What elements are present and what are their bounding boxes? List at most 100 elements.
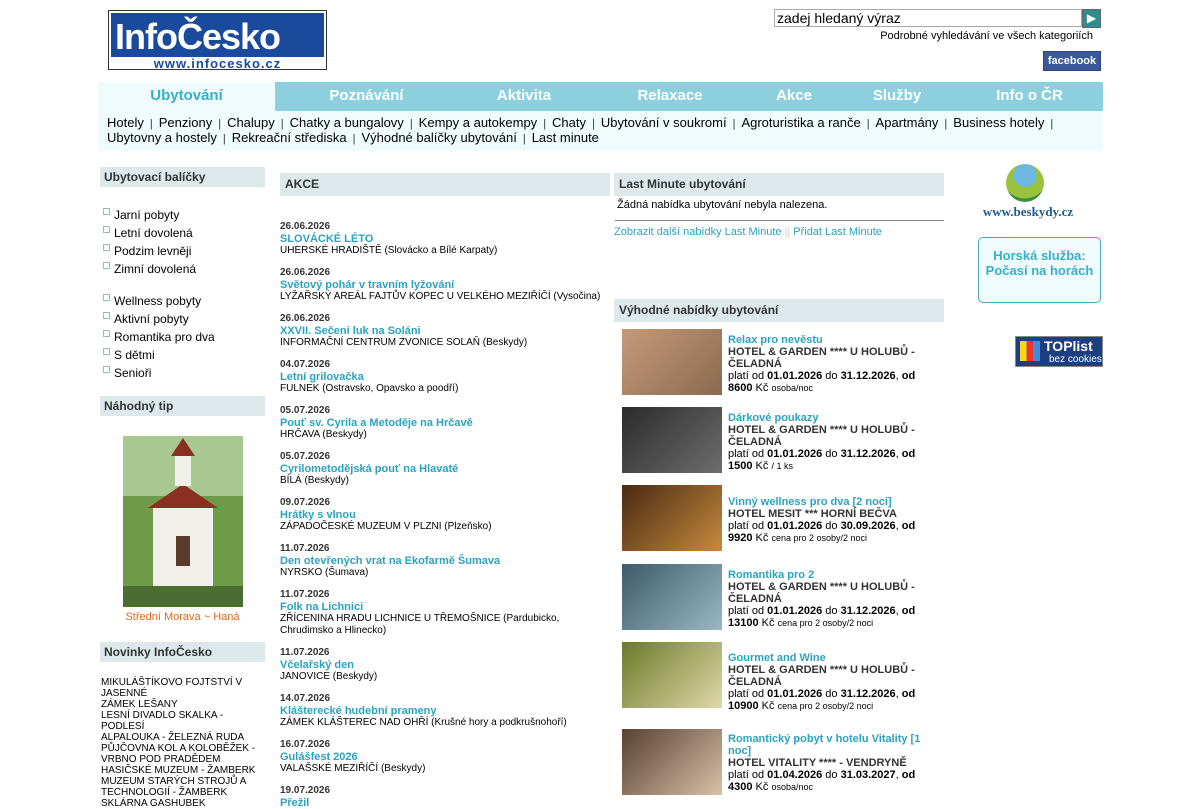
subnav-link[interactable]: Kempy a autokempy (419, 115, 538, 130)
more-lastminute-link[interactable]: Zobrazit další nabídky Last Minute (614, 226, 782, 238)
package-link[interactable]: Letní dovolená (103, 226, 193, 240)
add-lastminute-link[interactable]: Přidat Last Minute (793, 226, 882, 238)
bullet-icon (103, 366, 110, 373)
nav-aktivita[interactable]: Aktivita (458, 82, 590, 111)
offer-photo[interactable] (622, 329, 722, 395)
subnav-link[interactable]: Agroturistika a ranče (741, 115, 860, 130)
nav-info-o-cr[interactable]: Info o ČR (956, 82, 1103, 111)
offer-price: 4300 (728, 781, 753, 793)
event-title-link[interactable]: Světový pohár v travním lyžování (280, 279, 605, 291)
arrow-right-icon: ▶ (1086, 11, 1097, 25)
site-logo[interactable]: InfoČesko www.infocesko.cz (108, 10, 327, 71)
event-place: NYRSKO (Šumava) (280, 567, 369, 578)
event-title-link[interactable]: Den otevřených vrat na Ekofarmě Šumava (280, 555, 605, 567)
separator: | (944, 118, 948, 130)
subnav-link[interactable]: Last minute (532, 130, 599, 145)
subnav-link[interactable]: Chaty (552, 115, 586, 130)
event-date: 04.07.2026 (280, 359, 331, 370)
search-submit-button[interactable]: ▶ (1082, 9, 1101, 28)
search-input[interactable]: zadej hledaný výraz (774, 9, 1082, 27)
nav-ubytovani[interactable]: Ubytování (98, 82, 275, 111)
offer-date-from: 01.01.2026 (767, 605, 823, 617)
nav-sluzby[interactable]: Služby (838, 82, 956, 111)
subnav-link[interactable]: Ubytovny a hostely (107, 130, 217, 145)
package-link[interactable]: Jarní pobyty (103, 208, 179, 222)
news-item[interactable]: ALPALOUKA - ŽELEZNÁ RUDA (101, 732, 261, 743)
offer-title-link[interactable]: Gourmet and Wine (728, 652, 928, 664)
event-title-link[interactable]: XXVII. Sečení luk na Soláni (280, 325, 605, 337)
news-item[interactable]: HASIČSKÉ MUZEUM - ŽAMBERK (101, 765, 261, 776)
subnav-link[interactable]: Chatky a bungalovy (290, 115, 404, 130)
subnav-link[interactable]: Apartmány (876, 115, 939, 130)
offer-title-link[interactable]: Relax pro nevěstu (728, 334, 928, 346)
package-link[interactable]: Romantika pro dva (103, 330, 215, 344)
beskydy-banner[interactable]: www.beskydy.cz (978, 160, 1078, 226)
event-date: 16.07.2026 (280, 739, 331, 750)
subnav-link[interactable]: Hotely (107, 115, 144, 130)
sub-nav: Hotely | Penziony | Chalupy | Chatky a bungalo… (98, 111, 1103, 151)
offer-currency: Kč (755, 532, 769, 544)
offer-photo[interactable] (622, 729, 722, 795)
event-item: 11.07.2026 Folk na Lichnici ZŘÍCENINA HRAD… (280, 589, 605, 637)
package-link[interactable]: Wellness pobyty (103, 294, 201, 308)
nav-akce[interactable]: Akce (750, 82, 838, 111)
event-title-link[interactable]: Přežil (280, 797, 605, 809)
subnav-link[interactable]: Výhodné balíčky ubytování (361, 130, 516, 145)
subnav-link[interactable]: Chalupy (227, 115, 275, 130)
event-date: 11.07.2026 (280, 589, 330, 600)
offer-hotel: HOTEL & GARDEN **** U HOLUBŮ - ČELADNÁ (728, 581, 915, 605)
event-title-link[interactable]: SLOVÁCKÉ LÉTO (280, 233, 605, 245)
subnav-link[interactable]: Business hotely (953, 115, 1044, 130)
package-link[interactable]: Zimní dovolená (103, 262, 196, 276)
package-link[interactable]: Aktivní pobyty (103, 312, 189, 326)
news-item[interactable]: ZÁMEK LEŠANY (101, 699, 261, 710)
tip-photo[interactable] (123, 436, 243, 607)
event-title-link[interactable]: Folk na Lichnici (280, 601, 605, 613)
subnav-link[interactable]: Penziony (159, 115, 212, 130)
event-place: ZÁMEK KLÁŠTEREC NAD OHŘÍ (Krušné hory a … (280, 717, 567, 728)
subnav-link[interactable]: Ubytování v soukromí (601, 115, 727, 130)
offer-photo[interactable] (622, 642, 722, 708)
package-link[interactable]: S dětmi (103, 348, 155, 362)
event-title-link[interactable]: Klášterecké hudební prameny (280, 705, 605, 717)
offer-title-link[interactable]: Romantický pobyt v hotelu Vitality [1 no… (728, 733, 928, 757)
event-title-link[interactable]: Včelařský den (280, 659, 605, 671)
lastminute-heading: Last Minute ubytování (614, 173, 944, 196)
event-title-link[interactable]: Cyrilometodějská pouť na Hlavaté (280, 463, 605, 475)
offer-title-link[interactable]: Vinný wellness pro dva [2 noci] (728, 496, 928, 508)
offer-to-label: do (825, 520, 838, 532)
news-item[interactable]: MIKULÁŠTÍKOVO FOJTSTVÍ V JASENNÉ (101, 677, 261, 699)
tip-caption[interactable]: Střední Morava ~ Haná (100, 611, 265, 623)
event-title-link[interactable]: Hrátky s vlnou (280, 509, 605, 521)
package-link[interactable]: Podzim levněji (103, 244, 191, 258)
offer-hotel: HOTEL VITALITY **** - VENDRYNĚ (728, 757, 907, 769)
offer-title-link[interactable]: Dárkové poukazy (728, 412, 928, 424)
offer-photo[interactable] (622, 407, 722, 473)
offer-date-from: 01.01.2026 (767, 370, 823, 382)
nav-label: Ubytování (150, 87, 223, 104)
offer-hotel: HOTEL & GARDEN **** U HOLUBŮ - ČELADNÁ (728, 424, 915, 448)
horska-sluzba-button[interactable]: Horská služba: Počasí na horách (978, 237, 1101, 303)
offer-unit: cena pro 2 osoby/2 noci (777, 618, 874, 628)
facebook-button[interactable]: facebook (1043, 51, 1101, 71)
news-item[interactable]: MUZEUM STARÝCH STROJŮ A TECHNOLOGIÍ - ŽA… (101, 776, 261, 798)
offer-photo[interactable] (622, 564, 722, 630)
nav-poznavani[interactable]: Poznávání (275, 82, 458, 111)
event-title-link[interactable]: Letní grilovačka (280, 371, 605, 383)
event-title-link[interactable]: Gulášfest 2026 (280, 751, 605, 763)
package-label: S dětmi (114, 348, 155, 362)
news-item[interactable]: LESNÍ DIVADLO SKALKA - PODLESÍ (101, 710, 261, 732)
separator: | (1050, 118, 1054, 130)
nav-relaxace[interactable]: Relaxace (590, 82, 750, 111)
subnav-link[interactable]: Rekreační střediska (232, 130, 347, 145)
event-date: 05.07.2026 (280, 451, 331, 462)
event-title-link[interactable]: Pouť sv. Cyrila a Metoděje na Hrčavě (280, 417, 605, 429)
offer-title-link[interactable]: Romantika pro 2 (728, 569, 928, 581)
advanced-search-link[interactable]: Podrobné vyhledávání ve všech kategoriíc… (880, 30, 1093, 42)
offer-from-label: od (901, 520, 916, 532)
offer-photo[interactable] (622, 485, 722, 551)
package-link[interactable]: Senioři (103, 366, 151, 380)
news-item[interactable]: PŮJČOVNA KOL A KOLOBĚŽEK - VRBNO POD PRA… (101, 743, 261, 765)
package-label: Aktivní pobyty (114, 312, 189, 326)
toplist-badge[interactable]: TOPlist bez cookies (1015, 336, 1103, 367)
